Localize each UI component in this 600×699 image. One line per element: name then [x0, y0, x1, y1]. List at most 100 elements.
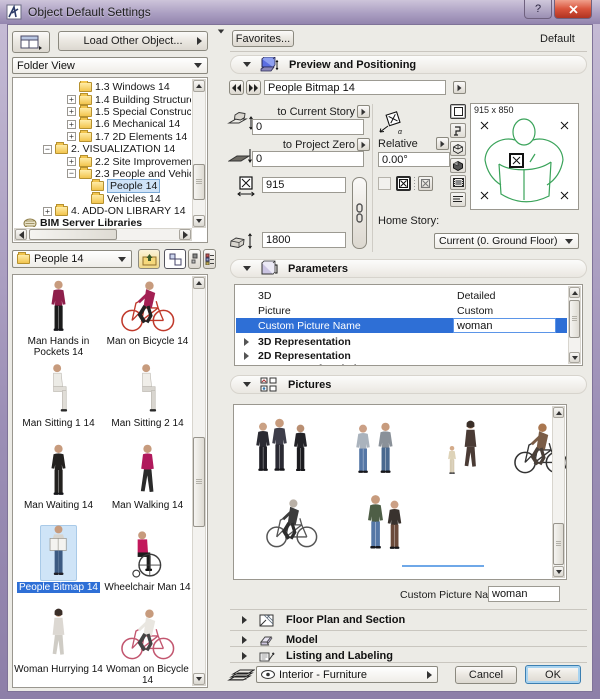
layer-select[interactable]: Interior - Furniture	[256, 666, 438, 683]
preview-info-button[interactable]	[450, 192, 466, 207]
param-group-3d-representation[interactable]: 3D Representation	[236, 335, 567, 348]
browser-vscroll-thumb[interactable]	[193, 437, 205, 527]
thumb-man-walking[interactable]: Man Walking 14	[103, 443, 192, 525]
scroll-up-icon[interactable]	[569, 287, 580, 298]
param-group-2d-representation[interactable]: 2D Representation	[236, 349, 567, 362]
thumb-man-sitting-1[interactable]: Man Sitting 1 14	[14, 361, 103, 443]
param-row-custom-picture-name-selected[interactable]: Custom Picture Name	[236, 318, 567, 333]
preview-front-view-button[interactable]	[450, 123, 466, 138]
tree-item-building-structures[interactable]: +1.4 Building Structures 14	[15, 92, 191, 106]
dialog-view-settings-button[interactable]	[12, 31, 50, 53]
expand-arrow-icon[interactable]	[244, 337, 249, 346]
titlebar[interactable]: Object Default Settings	[0, 0, 600, 24]
thumb-people-bitmap-selected[interactable]: People Bitmap 14	[14, 525, 103, 607]
up-one-level-button[interactable]	[138, 249, 160, 269]
parameters-table[interactable]: 3D Detailed Picture Custom Custom Pictur…	[234, 284, 583, 366]
preview-picture-button[interactable]	[450, 175, 466, 190]
tree-expander-icon[interactable]: +	[67, 132, 76, 142]
thumb-man-waiting[interactable]: Man Waiting 14	[14, 443, 103, 525]
use-symbol-rotation-checkbox[interactable]	[378, 177, 391, 190]
tree-item-site-improvements[interactable]: +2.2 Site Improvements 14	[15, 154, 191, 168]
cancel-button[interactable]: Cancel	[455, 666, 517, 684]
param-row-picture[interactable]: Picture Custom	[236, 304, 567, 317]
object-name-menu-button[interactable]	[453, 81, 466, 94]
tree-expander-icon[interactable]: −	[67, 169, 76, 179]
library-view-mode-select[interactable]: Folder View	[12, 57, 208, 74]
preview-3d-wireframe-button[interactable]	[450, 141, 466, 156]
thumb-wheelchair-man[interactable]: Wheelchair Man 14	[103, 525, 192, 607]
project-zero-input[interactable]	[252, 151, 364, 167]
tree-hscroll-thumb[interactable]	[29, 229, 117, 240]
tree-item-2d-elements[interactable]: +1.7 2D Elements 14	[15, 129, 191, 143]
object-height-input[interactable]	[262, 232, 346, 248]
panel-header-floor-plan-and-section[interactable]: Floor Plan and Section	[230, 612, 587, 628]
to-project-zero-menu-button[interactable]	[357, 138, 370, 151]
to-current-story-menu-button[interactable]	[357, 105, 370, 118]
custom-picture-name-input[interactable]	[488, 586, 560, 602]
splitter-collapse-icon[interactable]	[217, 29, 225, 34]
tree-item-people-and-vehicles[interactable]: − 2.3 People and Vehicles 14	[15, 166, 191, 180]
panel-header-pictures[interactable]: Pictures	[230, 375, 587, 394]
panel-header-parameters[interactable]: Parameters	[230, 259, 587, 278]
library-tree[interactable]: 1.3 Windows 14 +1.4 Building Structures …	[12, 77, 208, 243]
thumbnail-view-button[interactable]	[164, 249, 186, 269]
pictures-vscroll-thumb[interactable]	[553, 523, 564, 565]
param-row-3d[interactable]: 3D Detailed	[236, 289, 567, 302]
browser-vertical-scrollbar[interactable]	[192, 276, 206, 686]
next-object-button[interactable]	[246, 80, 261, 95]
preview-2d-symbol-button[interactable]	[450, 104, 466, 119]
picture-man-on-bicycle-bw[interactable]	[264, 497, 320, 554]
tree-expander-icon[interactable]: +	[43, 206, 52, 216]
object-browser[interactable]: Man Hands in Pockets 14 Man on Bicycle 1…	[12, 274, 208, 688]
tree-item-addon-library[interactable]: +4. ADD-ON LIBRARY 14	[15, 204, 191, 217]
scroll-up-icon[interactable]	[193, 277, 205, 289]
thumb-woman-on-bicycle[interactable]: Woman on Bicycle 14	[103, 607, 192, 685]
tree-item-bim-server-libraries[interactable]: BIM Server Libraries	[15, 217, 191, 227]
close-button[interactable]	[554, 0, 592, 19]
tree-vscroll-thumb[interactable]	[193, 164, 205, 200]
scroll-down-icon[interactable]	[569, 352, 580, 363]
current-folder-select[interactable]: People 14	[12, 250, 132, 268]
list-view-button[interactable]	[203, 249, 216, 269]
mirror-off-button[interactable]	[418, 176, 433, 191]
object-2d-preview[interactable]: 915 x 850	[470, 103, 579, 210]
favorites-button[interactable]: Favorites...	[232, 30, 294, 47]
previous-object-button[interactable]	[229, 80, 244, 95]
tree-vertical-scrollbar[interactable]	[192, 79, 206, 228]
help-button[interactable]: ?	[524, 0, 552, 19]
tree-item-special-constructions[interactable]: +1.5 Special Constructions	[15, 104, 191, 118]
tree-item-vehicles[interactable]: Vehicles 14	[15, 191, 191, 205]
parameters-scrollbar[interactable]	[568, 286, 581, 364]
param-value-input[interactable]	[453, 318, 556, 333]
tree-item-visualization[interactable]: − 2. VISUALIZATION 14	[15, 142, 191, 155]
thumb-man-hands-in-pockets[interactable]: Man Hands in Pockets 14	[14, 279, 103, 361]
rotation-angle-input[interactable]	[378, 152, 450, 167]
scroll-right-icon[interactable]	[179, 229, 191, 240]
picture-woman-and-child[interactable]	[439, 419, 485, 480]
parameters-vscroll-thumb[interactable]	[569, 300, 580, 338]
thumb-woman-hurrying[interactable]: Woman Hurrying 14	[14, 607, 103, 685]
pictures-scrollbar[interactable]	[552, 406, 565, 578]
elevation-input[interactable]	[252, 119, 364, 135]
selected-picture-underline[interactable]	[402, 565, 484, 567]
object-name-field[interactable]	[264, 80, 446, 95]
picture-group-walking[interactable]	[252, 417, 314, 480]
relative-menu-button[interactable]	[436, 137, 449, 150]
tree-expander-icon[interactable]: +	[67, 120, 76, 129]
mirror-on-button[interactable]	[396, 176, 411, 191]
tree-expander-icon[interactable]: +	[67, 95, 76, 105]
load-other-object-button[interactable]: Load Other Object...	[58, 31, 208, 51]
param-group-parameters-for-listing[interactable]: Parameters for Listing	[236, 362, 567, 365]
ok-button[interactable]: OK	[525, 665, 581, 684]
thumb-man-on-bicycle[interactable]: Man on Bicycle 14	[103, 279, 192, 361]
small-icons-view-button[interactable]	[188, 249, 201, 269]
tree-expander-icon[interactable]: −	[43, 144, 52, 154]
expand-arrow-icon[interactable]	[244, 351, 249, 360]
picture-couple-walking[interactable]	[352, 421, 400, 480]
tree-expander-icon[interactable]: +	[67, 107, 76, 117]
scroll-down-icon[interactable]	[553, 566, 564, 577]
expand-arrow-icon[interactable]	[244, 364, 249, 365]
home-story-select[interactable]: Current (0. Ground Floor)	[434, 233, 579, 249]
link-dimensions-button[interactable]	[352, 177, 367, 249]
tree-item-windows[interactable]: 1.3 Windows 14	[15, 81, 191, 93]
